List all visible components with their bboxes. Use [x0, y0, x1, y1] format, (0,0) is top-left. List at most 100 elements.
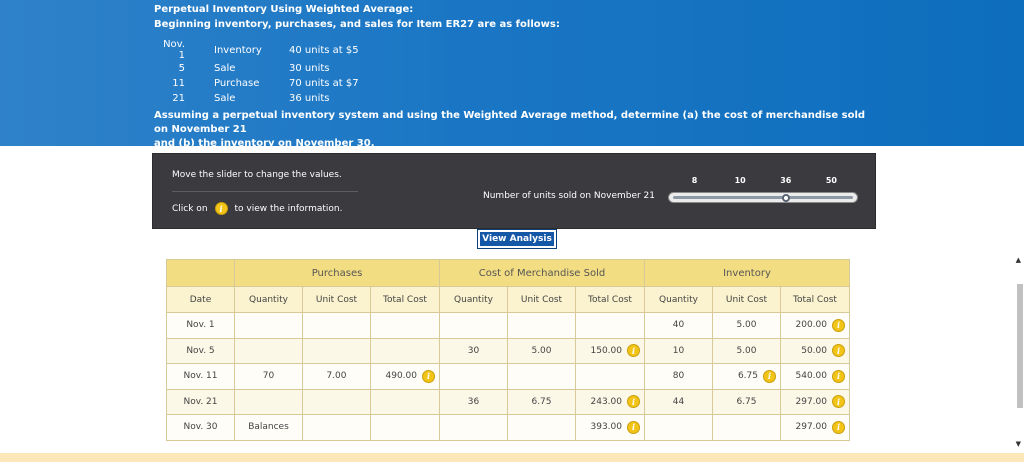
column-header: Quantity	[644, 286, 713, 313]
cell-cost-unit	[507, 363, 576, 390]
cell-cost-unit	[507, 312, 576, 339]
transaction-type: Purchase	[214, 78, 260, 89]
cell-purchase-qty	[234, 312, 303, 339]
group-header-inventory: Inventory	[644, 259, 850, 287]
table-row: Nov. 21 36 6.75 243.00 i 44 6.75 297.00 i	[166, 388, 850, 415]
column-header: Unit Cost	[712, 286, 781, 313]
cell-inventory-qty: 10	[644, 337, 713, 364]
transaction-date: Nov. 1	[163, 39, 185, 61]
transaction-desc: 70 units at $7	[289, 78, 359, 89]
instruction-move: Move the slider to change the values.	[172, 170, 342, 180]
info-icon[interactable]: i	[832, 395, 845, 409]
info-icon[interactable]: i	[763, 369, 776, 383]
group-header-row: Purchases Cost of Merchandise Sold Inven…	[166, 259, 850, 287]
cell-purchase-unit	[302, 337, 371, 364]
cell-inventory-unit: 5.00	[712, 312, 781, 339]
transaction-row: 11 Purchase 70 units at $7	[154, 76, 389, 91]
instruction-click-after: to view the information.	[234, 203, 343, 214]
slider-handle[interactable]	[781, 194, 790, 202]
info-icon[interactable]: i	[832, 420, 845, 434]
bottom-strip	[0, 453, 1024, 462]
transaction-date: 5	[178, 63, 185, 74]
cell-inventory-total: 297.00 i	[780, 414, 850, 441]
cell-cost-qty: 36	[439, 388, 508, 415]
cell-cost-total	[575, 312, 645, 339]
problem-subtitle: Beginning inventory, purchases, and sale…	[154, 19, 560, 30]
cell-date: Nov. 11	[166, 363, 235, 390]
group-header-cost-sold: Cost of Merchandise Sold	[439, 259, 645, 287]
problem-title: Perpetual Inventory Using Weighted Avera…	[154, 4, 414, 15]
info-icon[interactable]: i	[422, 369, 435, 383]
units-sold-slider[interactable]	[668, 192, 858, 203]
cell-inventory-qty: 40	[644, 312, 713, 339]
inventory-total-value: 297.00	[795, 422, 828, 433]
transaction-desc: 30 units	[289, 63, 330, 74]
cell-purchase-total	[370, 388, 440, 415]
table-row: Nov. 1 40 5.00 200.00 i	[166, 312, 850, 339]
transaction-desc: 36 units	[289, 93, 330, 104]
cell-cost-unit	[507, 414, 576, 441]
column-header: Unit Cost	[302, 286, 371, 313]
cost-total-value: 393.00	[590, 422, 623, 433]
cell-cost-total: 243.00 i	[575, 388, 645, 415]
cell-inventory-qty: 80	[644, 363, 713, 390]
cell-purchase-qty: Balances	[234, 414, 303, 441]
inventory-total-value: 540.00	[795, 371, 828, 382]
info-icon[interactable]: i	[627, 420, 640, 434]
question-text: Assuming a perpetual inventory system an…	[154, 109, 874, 151]
table-row: Nov. 5 30 5.00 150.00 i 10 5.00 50.00 i	[166, 337, 850, 364]
info-icon[interactable]: i	[627, 344, 640, 358]
column-header: Quantity	[439, 286, 508, 313]
slider-ticks: 8 10 36 50	[668, 176, 858, 188]
info-icon[interactable]: i	[832, 369, 845, 383]
slider-label: Number of units sold on November 21	[483, 191, 656, 201]
slider-tick-label: 36	[780, 176, 792, 185]
cell-inventory-qty: 44	[644, 388, 713, 415]
column-header: Total Cost	[575, 286, 645, 313]
cell-inventory-total: 297.00 i	[780, 388, 850, 415]
column-header: Total Cost	[370, 286, 440, 313]
transaction-type: Sale	[214, 93, 236, 104]
cell-inventory-total: 200.00 i	[780, 312, 850, 339]
slider-tick-label: 50	[825, 176, 837, 185]
cell-cost-total	[575, 363, 645, 390]
scroll-down-arrow-icon[interactable]: ▼	[1016, 440, 1021, 448]
cell-purchase-qty: 70	[234, 363, 303, 390]
purchase-total-value: 490.00	[385, 371, 418, 382]
info-icon[interactable]: i	[832, 344, 845, 358]
cell-date: Nov. 5	[166, 337, 235, 364]
cell-purchase-unit: 7.00	[302, 363, 371, 390]
instruction-click-before: Click on	[172, 203, 208, 214]
transactions-table: Nov. 1 Inventory 40 units at $5 5 Sale 3…	[154, 39, 389, 106]
cell-purchase-qty	[234, 388, 303, 415]
group-header-purchases: Purchases	[234, 259, 440, 287]
table-row: Nov. 11 70 7.00 490.00 i 80 6.75 i 540.00 i	[166, 363, 850, 390]
info-icon[interactable]: i	[627, 395, 640, 409]
cost-total-value: 150.00	[590, 345, 623, 356]
question-line-1: Assuming a perpetual inventory system an…	[154, 110, 866, 135]
transaction-row: Nov. 1 Inventory 40 units at $5	[154, 39, 389, 61]
cell-cost-unit: 6.75	[507, 388, 576, 415]
cell-purchase-total	[370, 414, 440, 441]
cell-purchase-unit	[302, 312, 371, 339]
info-icon[interactable]: i	[832, 318, 845, 332]
transaction-type: Inventory	[214, 44, 262, 56]
cell-purchase-total: 490.00 i	[370, 363, 440, 390]
column-header: Unit Cost	[507, 286, 576, 313]
transaction-type: Sale	[214, 63, 236, 74]
column-header: Date	[166, 286, 235, 313]
cell-purchase-unit	[302, 388, 371, 415]
cell-inventory-total: 540.00 i	[780, 363, 850, 390]
transaction-date: 11	[172, 78, 185, 89]
view-analysis-button[interactable]: View Analysis	[477, 229, 557, 249]
slider-tick-label: 8	[691, 176, 698, 185]
cell-purchase-total	[370, 312, 440, 339]
group-header-blank	[166, 259, 235, 287]
cell-cost-qty	[439, 414, 508, 441]
cell-cost-qty: 30	[439, 337, 508, 364]
analysis-table: Purchases Cost of Merchandise Sold Inven…	[166, 259, 850, 441]
inventory-unit-value: 6.75	[737, 371, 758, 382]
inventory-total-value: 297.00	[795, 396, 828, 407]
scrollbar-thumb[interactable]	[1017, 284, 1023, 408]
scroll-up-arrow-icon[interactable]: ▲	[1016, 256, 1021, 264]
